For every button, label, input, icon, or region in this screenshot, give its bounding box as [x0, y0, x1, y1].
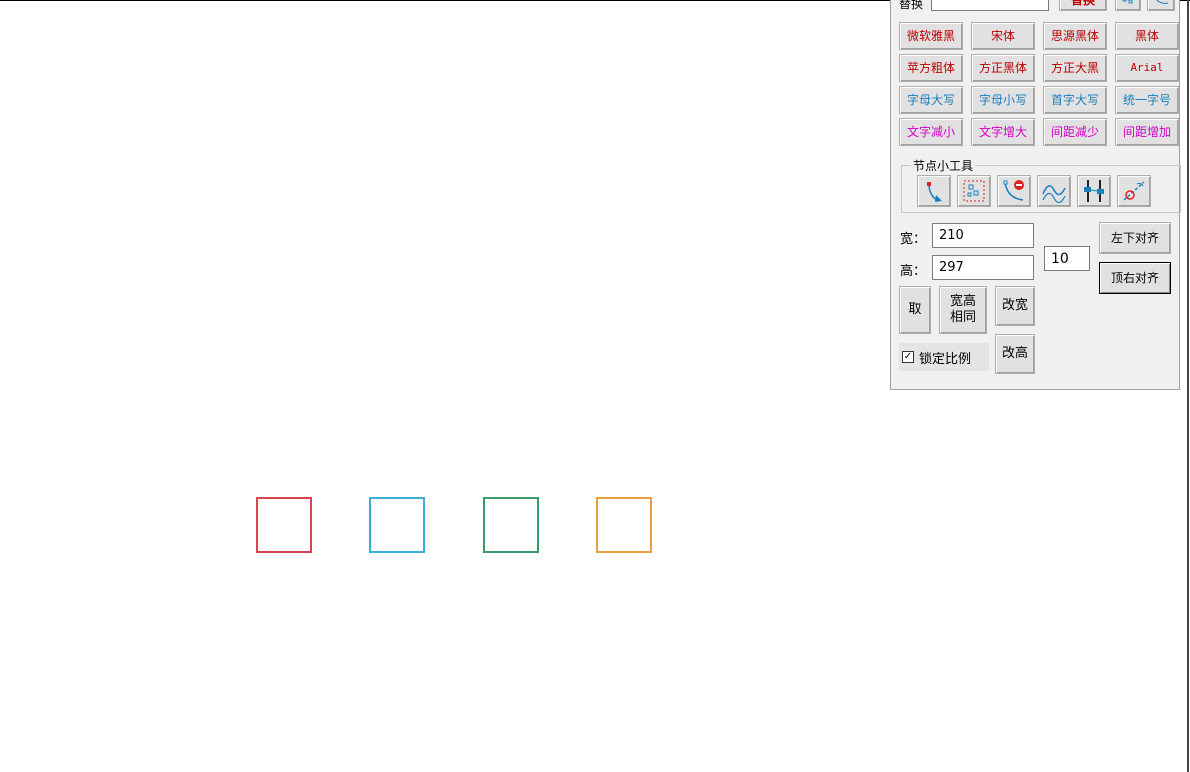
- node-align-icon[interactable]: [1077, 175, 1111, 207]
- node-tools-title: 节点小工具: [911, 157, 976, 174]
- unify-size-button[interactable]: 统一字号: [1115, 86, 1179, 114]
- select-nodes-icon[interactable]: [1115, 0, 1141, 11]
- font-arial-button[interactable]: Arial: [1115, 54, 1179, 82]
- tool-panel: 替换 替换 微软雅黑 宋体 思源黑体 黑体 苹方粗体 方正黑体 方正大黑 Ari…: [890, 0, 1181, 390]
- window-right-border: [1187, 0, 1189, 772]
- checkmark-icon: ✓: [902, 351, 914, 363]
- replace-button[interactable]: 替换: [1059, 0, 1107, 11]
- uppercase-button[interactable]: 字母大写: [899, 86, 963, 114]
- spacing-increase-button[interactable]: 间距增加: [1115, 118, 1179, 146]
- same-width-height-button[interactable]: 宽高 相同: [939, 286, 987, 334]
- step-input[interactable]: [1044, 246, 1090, 271]
- font-pingfang-button[interactable]: 苹方粗体: [899, 54, 963, 82]
- node-delete-icon[interactable]: [997, 175, 1031, 207]
- replace-label: 替换: [899, 0, 924, 11]
- blue-square-shape[interactable]: [369, 497, 425, 553]
- lock-ratio-checkbox[interactable]: ✓ 锁定比例: [899, 343, 989, 371]
- change-width-button[interactable]: 改宽: [995, 286, 1035, 326]
- take-button[interactable]: 取: [899, 286, 931, 334]
- spacing-decrease-button[interactable]: 间距减少: [1043, 118, 1107, 146]
- width-input[interactable]: [932, 223, 1034, 248]
- node-select-icon[interactable]: [957, 175, 991, 207]
- curve-tool-icon[interactable]: [1147, 0, 1175, 11]
- font-source-han-button[interactable]: 思源黑体: [1043, 22, 1107, 50]
- node-break-icon[interactable]: [1117, 175, 1151, 207]
- font-msyh-button[interactable]: 微软雅黑: [899, 22, 963, 50]
- font-fz-dahei-button[interactable]: 方正大黑: [1043, 54, 1107, 82]
- node-curve-icon[interactable]: [917, 175, 951, 207]
- height-label: 高：: [900, 264, 927, 279]
- orange-square-shape[interactable]: [596, 497, 652, 553]
- align-top-right-button[interactable]: 顶右对齐: [1099, 262, 1171, 294]
- font-fz-heiti-button[interactable]: 方正黑体: [971, 54, 1035, 82]
- width-label: 宽：: [900, 232, 927, 247]
- text-smaller-button[interactable]: 文字减小: [899, 118, 963, 146]
- change-height-button[interactable]: 改高: [995, 334, 1035, 374]
- font-songti-button[interactable]: 宋体: [971, 22, 1035, 50]
- green-square-shape[interactable]: [483, 497, 539, 553]
- align-bottom-left-button[interactable]: 左下对齐: [1099, 222, 1171, 254]
- replace-input[interactable]: [931, 0, 1049, 11]
- red-square-shape[interactable]: [256, 497, 312, 553]
- font-heiti-button[interactable]: 黑体: [1115, 22, 1179, 50]
- text-larger-button[interactable]: 文字增大: [971, 118, 1035, 146]
- lowercase-button[interactable]: 字母小写: [971, 86, 1035, 114]
- node-smooth-icon[interactable]: [1037, 175, 1071, 207]
- height-input[interactable]: [932, 255, 1034, 280]
- lock-ratio-label: 锁定比例: [919, 351, 972, 367]
- capitalize-button[interactable]: 首字大写: [1043, 86, 1107, 114]
